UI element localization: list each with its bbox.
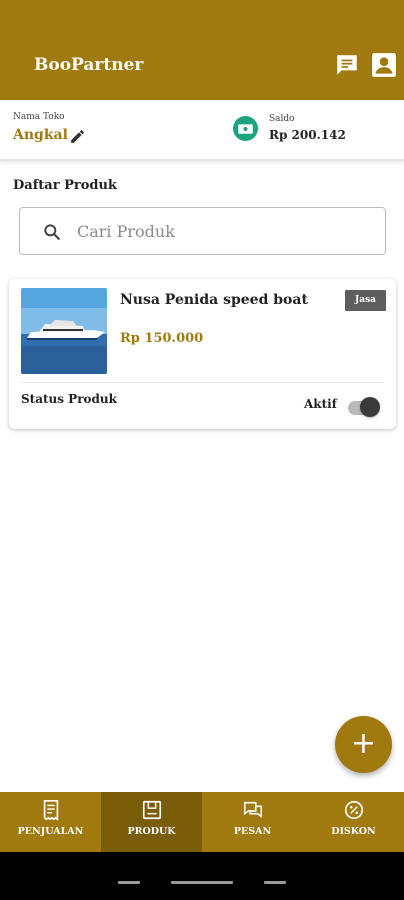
product-type-badge: Jasa (345, 290, 386, 311)
account-icon[interactable] (371, 52, 397, 78)
nav-label: DISKON (331, 826, 376, 837)
store-name-label: Nama Toko (13, 112, 65, 122)
home-gesture[interactable] (171, 881, 233, 884)
nav-item-penjualan[interactable]: PENJUALAN (0, 792, 101, 852)
nav-item-diskon[interactable]: DISKON (303, 792, 404, 852)
search-input[interactable] (77, 216, 367, 246)
message-icon[interactable] (334, 52, 360, 78)
balance-label: Saldo (269, 114, 295, 124)
edit-pencil-icon[interactable] (69, 128, 86, 145)
product-card[interactable]: Nusa Penida speed boat Jasa Rp 150.000 S… (9, 279, 396, 429)
nav-item-pesan[interactable]: PESAN (202, 792, 303, 852)
product-price: Rp 150.000 (120, 331, 204, 346)
back-gesture[interactable] (264, 881, 286, 884)
card-divider (21, 382, 384, 383)
store-name: Angkal (13, 127, 68, 143)
box-icon (142, 800, 162, 820)
app-title: BooPartner (34, 55, 144, 75)
app-bar: BooPartner (0, 0, 404, 100)
discount-icon (344, 800, 364, 820)
wallet-icon (233, 116, 258, 141)
balance-value: Rp 200.142 (269, 128, 346, 142)
product-name: Nusa Penida speed boat (120, 292, 308, 308)
product-image (21, 288, 107, 374)
receipt-icon (43, 800, 59, 821)
chat-bubbles-icon (243, 801, 263, 818)
product-status-label: Status Produk (21, 392, 117, 406)
product-list-title: Daftar Produk (13, 178, 117, 193)
nav-label: PESAN (233, 826, 272, 837)
nav-label: PRODUK (127, 826, 176, 837)
nav-item-produk[interactable]: PRODUK (101, 792, 202, 852)
add-product-button[interactable]: + (335, 716, 392, 773)
toggle-knob (360, 397, 380, 417)
nav-label: PENJUALAN (17, 826, 84, 837)
product-status-value: Aktif (304, 397, 337, 411)
bottom-navigation: PENJUALAN PRODUK PESAN DISKON (0, 792, 404, 852)
product-status-toggle[interactable] (348, 396, 382, 418)
search-icon (44, 224, 61, 241)
recents-gesture[interactable] (118, 881, 140, 884)
plus-icon: + (350, 726, 377, 761)
system-navigation-bar (0, 852, 404, 900)
store-info-bar: Nama Toko Angkal Saldo Rp 200.142 (0, 100, 404, 161)
search-box[interactable] (19, 207, 386, 255)
